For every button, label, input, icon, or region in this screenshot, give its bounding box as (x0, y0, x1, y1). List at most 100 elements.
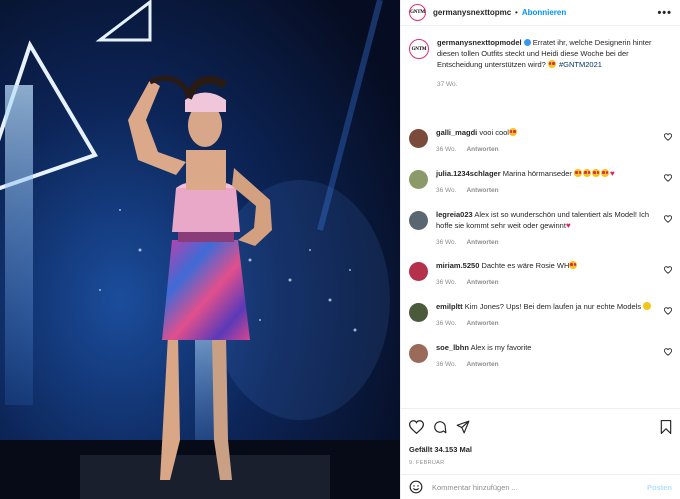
caption-username[interactable]: germanysnexttopmodel (437, 38, 522, 47)
commenter-username[interactable]: miriam.5250 (436, 261, 479, 270)
commenter-avatar[interactable] (409, 129, 428, 148)
commenter-avatar[interactable] (409, 262, 428, 281)
heart-icon[interactable] (409, 420, 424, 434)
commenter-username[interactable]: julia.1234schlager (436, 169, 501, 178)
small-heart-icon[interactable] (664, 215, 672, 223)
comment-time: 36 Wo. (436, 320, 457, 327)
comments-area[interactable]: GNTM germanysnexttopmodel Erratet ihr, w… (401, 27, 680, 407)
caption-text-block: germanysnexttopmodel Erratet ihr, welche… (437, 37, 665, 90)
comment-row: galli_magdi vooi cool 36 Wo. Antworten (409, 127, 680, 168)
comment-body: emilpltt Kim Jones? Ups! Bei dem laufen … (436, 301, 654, 342)
comment-text: Marina hörmanseder (500, 169, 574, 178)
commenter-avatar[interactable] (409, 170, 428, 189)
verified-badge-icon (523, 39, 531, 46)
comment-time: 36 Wo. (436, 239, 457, 246)
commenter-username[interactable]: galli_magdi (436, 128, 477, 137)
comment-time: 36 Wo. (436, 279, 457, 286)
post-date: 9. FEBRUAR (409, 460, 445, 466)
small-heart-icon[interactable] (664, 133, 672, 141)
runway-photo (0, 0, 400, 499)
heart-eyes-emoji-icon (592, 169, 600, 177)
comment-meta: 36 Wo. Antworten (436, 359, 654, 370)
comment-input[interactable] (432, 482, 647, 492)
comment-body: legreia023 Alex ist so wunderschön und t… (436, 209, 654, 260)
commenter-avatar[interactable] (409, 303, 428, 322)
likes-count[interactable]: Gefällt 34.153 Mal (409, 445, 672, 454)
comment-line: emilpltt Kim Jones? Ups! Bei dem laufen … (436, 301, 654, 312)
comment-line: miriam.5250 Dachte es wäre Rosie WH (436, 260, 654, 271)
comment-row: julia.1234schlager Marina hörmanseder ♥ 3… (409, 168, 680, 209)
comment-meta: 36 Wo. Antworten (436, 237, 654, 248)
follow-button[interactable]: Abonnieren (522, 8, 566, 17)
comment-body: miriam.5250 Dachte es wäre Rosie WH 36 Wo… (436, 260, 654, 301)
comment-text: Alex is my favorite (468, 343, 532, 352)
comment-row: miriam.5250 Dachte es wäre Rosie WH 36 Wo… (409, 260, 680, 301)
add-comment-bar: Posten (401, 474, 680, 499)
comment-text: Kim Jones? Ups! Bei dem laufen ja nur ec… (462, 302, 644, 311)
commenter-username[interactable]: soe_lbhn (436, 343, 469, 352)
smiley-icon[interactable] (409, 480, 423, 494)
reply-button[interactable]: Antworten (466, 279, 498, 286)
heart-eyes-emoji-icon (574, 169, 582, 177)
comment-text: vooi cool (477, 128, 509, 137)
comment-icon[interactable] (433, 420, 447, 434)
comment-meta: 36 Wo. Antworten (436, 144, 654, 155)
heart-eyes-emoji-icon (508, 128, 517, 136)
account-username[interactable]: germanysnexttopmc (433, 8, 511, 17)
commenter-username[interactable]: legreia023 (436, 210, 473, 219)
comment-row: emilpltt Kim Jones? Ups! Bei dem laufen … (409, 301, 680, 342)
separator-dot: • (515, 8, 518, 17)
post-photo[interactable] (0, 0, 400, 499)
small-heart-icon[interactable] (664, 348, 672, 356)
comment-row: soe_lbhn Alex is my favorite 36 Wo. Antwor… (409, 342, 680, 383)
comment-row: legreia023 Alex ist so wunderschön und t… (409, 209, 680, 260)
comment-body: julia.1234schlager Marina hörmanseder ♥ 3… (436, 168, 654, 209)
reply-button[interactable]: Antworten (466, 239, 498, 246)
comment-time: 36 Wo. (436, 361, 457, 368)
red-heart-emoji-icon: ♥ (610, 169, 615, 178)
reply-button[interactable]: Antworten (466, 320, 498, 327)
commenter-avatar[interactable] (409, 344, 428, 363)
small-heart-icon[interactable] (664, 307, 672, 315)
comment-time: 36 Wo. (436, 146, 457, 153)
comment-list: galli_magdi vooi cool 36 Wo. Antworten juli… (409, 127, 680, 383)
heart-eyes-emoji-icon (601, 169, 609, 177)
caption-time: 37 Wo. (437, 81, 458, 88)
gntm-logo: GNTM (411, 46, 427, 52)
heart-eyes-emoji-icon (569, 261, 578, 269)
bookmark-icon[interactable] (660, 420, 672, 434)
commenter-username[interactable]: emilpltt (436, 302, 463, 311)
reply-button[interactable]: Antworten (466, 146, 498, 153)
account-avatar[interactable]: GNTM (409, 4, 426, 21)
post-side-panel: GNTM germanysnexttopmc • Abonnieren ••• … (400, 0, 680, 499)
comment-line: galli_magdi vooi cool (436, 127, 654, 138)
comment-time: 36 Wo. (436, 187, 457, 194)
instagram-post: GNTM germanysnexttopmc • Abonnieren ••• … (0, 0, 680, 499)
comment-body: galli_magdi vooi cool 36 Wo. Antworten (436, 127, 654, 168)
small-heart-icon[interactable] (664, 174, 672, 182)
comment-meta: 36 Wo. Antworten (436, 318, 654, 329)
share-icon[interactable] (456, 420, 470, 434)
comment-line: legreia023 Alex ist so wunderschön und t… (436, 209, 654, 231)
post-caption: GNTM germanysnexttopmodel Erratet ihr, w… (409, 37, 672, 90)
heart-eyes-emoji-icon (583, 169, 591, 177)
action-bar: Gefällt 34.153 Mal 9. FEBRUAR (401, 408, 680, 466)
smiley-emoji-icon (643, 302, 652, 310)
small-heart-icon[interactable] (664, 266, 672, 274)
reply-button[interactable]: Antworten (466, 361, 498, 368)
comment-text: Dachte es wäre Rosie WH (479, 261, 570, 270)
commenter-avatar[interactable] (409, 211, 428, 230)
caption-avatar[interactable]: GNTM (409, 39, 429, 59)
reply-button[interactable]: Antworten (466, 187, 498, 194)
red-heart-emoji-icon: ♥ (565, 221, 571, 230)
post-header: GNTM germanysnexttopmc • Abonnieren ••• (401, 0, 680, 26)
more-icon[interactable]: ••• (657, 7, 672, 19)
comment-body: soe_lbhn Alex is my favorite 36 Wo. Antwor… (436, 342, 654, 383)
gntm-logo: GNTM (410, 10, 425, 15)
hashtag-link[interactable]: #GNTM2021 (559, 60, 602, 69)
comment-meta: 36 Wo. Antworten (436, 277, 654, 288)
post-comment-button[interactable]: Posten (647, 483, 672, 492)
heart-eyes-emoji-icon (547, 60, 556, 68)
action-icons (409, 418, 672, 436)
comment-meta: 36 Wo. Antworten (436, 185, 654, 196)
